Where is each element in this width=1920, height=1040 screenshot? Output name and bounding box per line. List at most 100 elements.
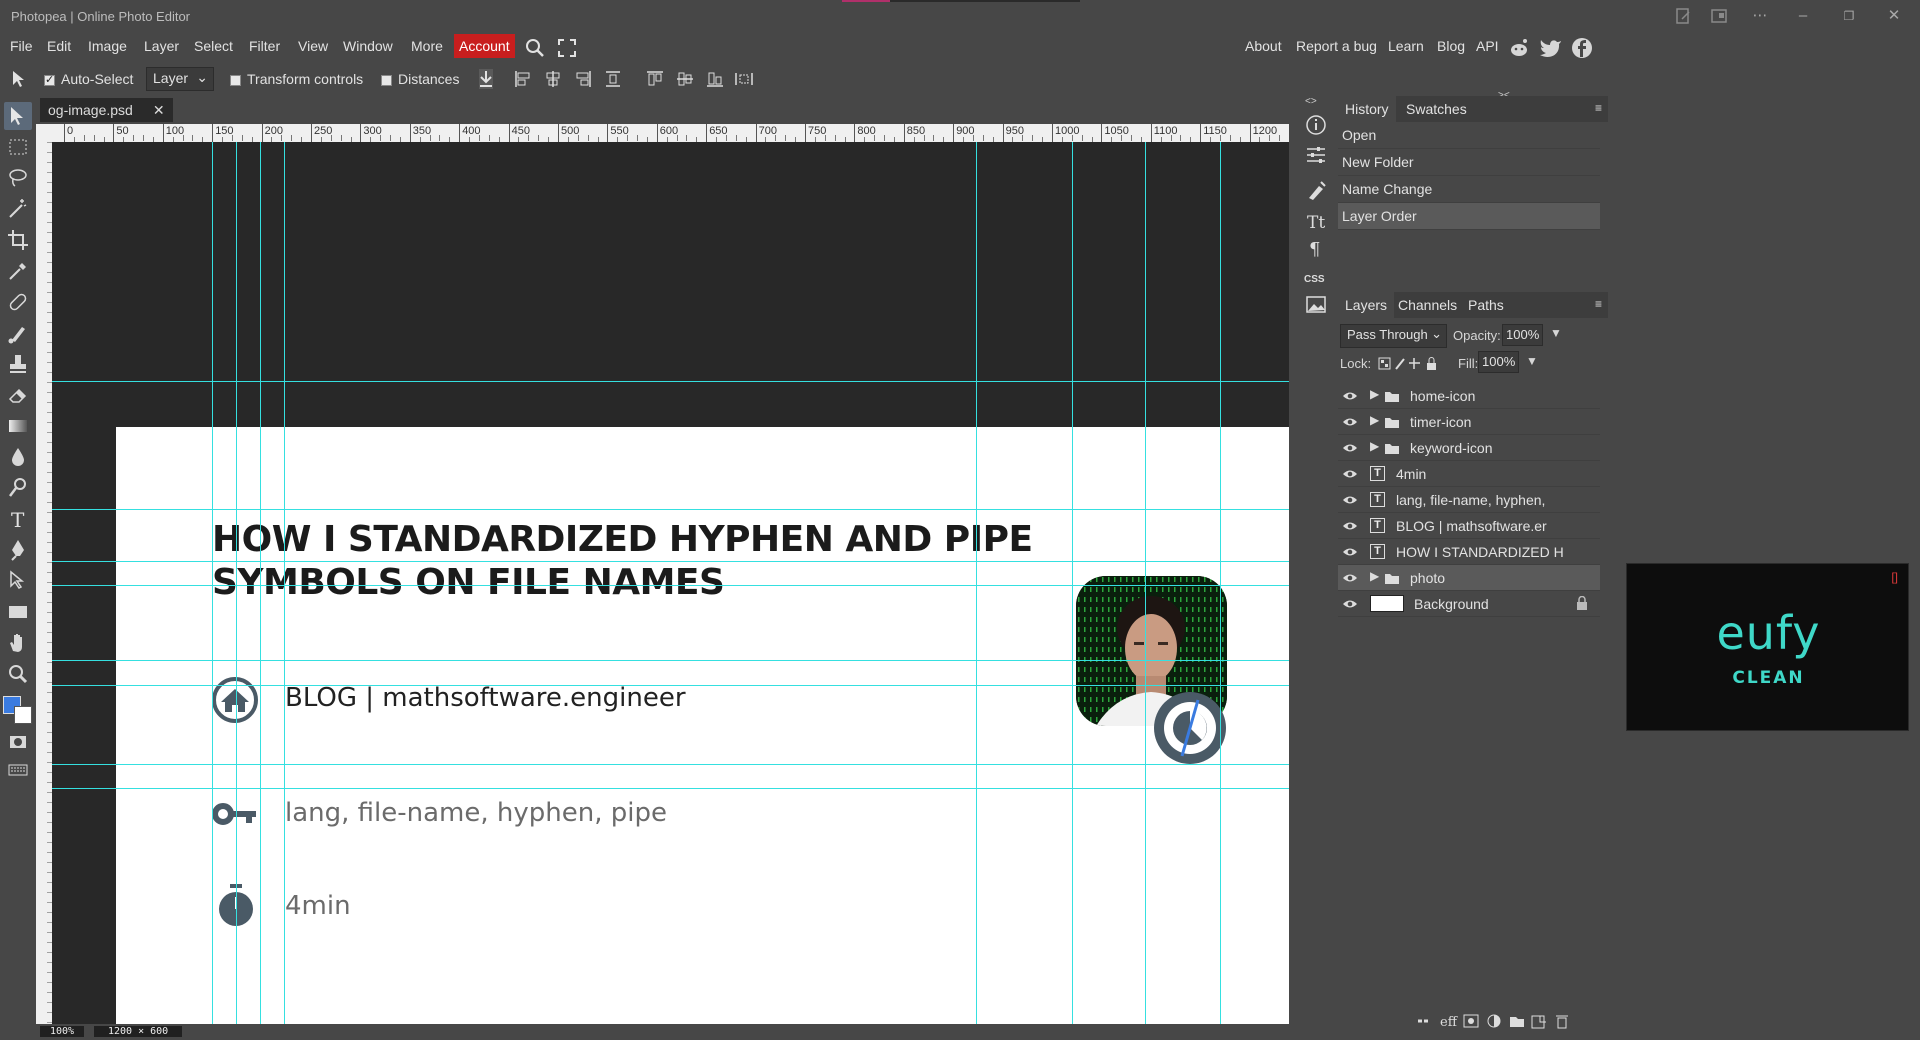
auto-select-checkbox[interactable] xyxy=(44,71,55,87)
layer-row[interactable]: ▶ timer-icon xyxy=(1338,409,1600,435)
og-keywords-text[interactable]: lang, file-name, hyphen, pipe xyxy=(285,798,667,828)
lock-options-icons[interactable] xyxy=(1378,357,1448,371)
distances-checkbox[interactable] xyxy=(381,71,392,87)
layer-actions-icons[interactable]: eff xyxy=(1416,1012,1596,1030)
horizontal-ruler[interactable]: 0 50 100 150 200 250 300 350 400 450 500 550 600 650 7… xyxy=(52,124,1289,142)
fill-dropdown-icon[interactable]: ▼ xyxy=(1526,354,1538,368)
guide-horizontal[interactable] xyxy=(52,660,1289,661)
align-left-icon[interactable] xyxy=(514,70,532,88)
visibility-eye-icon[interactable] xyxy=(1342,389,1358,405)
move-tool-icon[interactable] xyxy=(10,69,32,89)
expand-arrow-icon[interactable]: ▶ xyxy=(1370,569,1379,583)
transform-controls-checkbox[interactable] xyxy=(230,71,241,87)
zoom-level[interactable]: 100% xyxy=(40,1026,85,1037)
align-center-h-icon[interactable] xyxy=(544,70,562,88)
visibility-eye-icon[interactable] xyxy=(1342,493,1358,509)
vertical-ruler[interactable] xyxy=(36,142,52,1028)
layer-row[interactable]: T BLOG | mathsoftware.er xyxy=(1338,513,1600,539)
distribute-horizontal-icon[interactable] xyxy=(734,70,754,88)
auto-select-target-dropdown[interactable]: Layer ⌄ xyxy=(146,67,214,91)
info-icon[interactable] xyxy=(1305,114,1327,136)
clone-stamp-tool[interactable] xyxy=(4,350,32,378)
twitter-icon[interactable] xyxy=(1540,38,1562,58)
expand-arrow-icon[interactable]: ▶ xyxy=(1370,439,1379,453)
visibility-eye-icon[interactable] xyxy=(1342,545,1358,561)
account-button[interactable]: Account xyxy=(454,34,515,58)
tab-layers[interactable]: Layers xyxy=(1338,292,1395,318)
lock-icon[interactable] xyxy=(1576,595,1588,613)
layer-row[interactable]: Tlang, file-name, hyphen, xyxy=(1338,487,1600,513)
menu-select[interactable]: Select xyxy=(194,38,233,54)
advertisement[interactable]: [] eufy CLEAN xyxy=(1626,563,1909,731)
history-item[interactable]: Name Change xyxy=(1338,176,1600,203)
guide-horizontal[interactable] xyxy=(52,381,1289,382)
lasso-tool[interactable] xyxy=(4,164,32,192)
menu-more[interactable]: More xyxy=(411,38,443,54)
fill-input[interactable]: 100% xyxy=(1478,351,1520,373)
opacity-input[interactable]: 100% xyxy=(1502,324,1544,346)
history-item[interactable]: New Folder xyxy=(1338,149,1600,176)
history-item[interactable]: Layer Order xyxy=(1338,203,1600,230)
quick-mask-tool[interactable] xyxy=(4,728,32,756)
background-color-swatch[interactable] xyxy=(14,706,32,724)
guide-horizontal[interactable] xyxy=(52,788,1289,789)
expand-arrow-icon[interactable]: ▶ xyxy=(1370,387,1379,401)
home-icon[interactable] xyxy=(211,676,259,724)
restore-button[interactable]: ❐ xyxy=(1834,6,1864,26)
guide-horizontal[interactable] xyxy=(52,561,1289,562)
tab-history[interactable]: History xyxy=(1338,96,1396,122)
layer-row[interactable]: Background xyxy=(1338,591,1600,617)
edit-note-icon[interactable] xyxy=(1674,7,1692,25)
menu-view[interactable]: View xyxy=(298,38,328,54)
guide-horizontal[interactable] xyxy=(52,685,1289,686)
menu-layer[interactable]: Layer xyxy=(144,38,179,54)
og-blog-text[interactable]: BLOG | mathsoftware.engineer xyxy=(285,683,686,713)
close-tab-icon[interactable]: ✕ xyxy=(153,102,165,118)
tab-paths[interactable]: Paths xyxy=(1468,297,1504,313)
tab-swatches[interactable]: Swatches xyxy=(1406,101,1467,117)
dodge-tool[interactable] xyxy=(4,474,32,502)
collapse-strip-icon[interactable]: <> xyxy=(1305,96,1317,107)
link-about[interactable]: About xyxy=(1245,38,1282,54)
menu-window[interactable]: Window xyxy=(343,38,393,54)
key-icon[interactable] xyxy=(212,800,258,830)
link-report-bug[interactable]: Report a bug xyxy=(1296,38,1377,54)
opacity-dropdown-icon[interactable]: ▼ xyxy=(1550,326,1562,340)
ad-choices-icon[interactable]: [] xyxy=(1891,570,1898,584)
path-select-tool[interactable] xyxy=(4,567,32,595)
visibility-eye-icon[interactable] xyxy=(1342,597,1358,613)
brush-tool[interactable] xyxy=(4,319,32,347)
menu-filter[interactable]: Filter xyxy=(249,38,280,54)
align-middle-v-icon[interactable] xyxy=(676,70,694,88)
pen-tool[interactable] xyxy=(4,536,32,564)
link-learn[interactable]: Learn xyxy=(1388,38,1424,54)
css-icon[interactable]: CSS xyxy=(1304,274,1325,285)
visibility-eye-icon[interactable] xyxy=(1342,571,1358,587)
menu-file[interactable]: File xyxy=(10,38,33,54)
crop-tool[interactable] xyxy=(4,226,32,254)
adjustments-icon[interactable] xyxy=(1305,144,1327,166)
visibility-eye-icon[interactable] xyxy=(1342,519,1358,535)
hand-tool[interactable] xyxy=(4,629,32,657)
layer-row[interactable]: ▶ home-icon xyxy=(1338,383,1600,409)
layer-row[interactable]: ▶ photo xyxy=(1338,565,1600,591)
align-top-icon[interactable] xyxy=(646,70,664,88)
guide-horizontal[interactable] xyxy=(52,585,1289,586)
history-item[interactable]: Open xyxy=(1338,122,1600,149)
eraser-tool[interactable] xyxy=(4,381,32,409)
guide-horizontal[interactable] xyxy=(52,764,1289,765)
link-api[interactable]: API xyxy=(1476,38,1499,54)
move-tool[interactable] xyxy=(4,102,32,130)
reddit-icon[interactable] xyxy=(1508,37,1530,59)
document-tab[interactable]: og-image.psd ✕ xyxy=(40,98,173,122)
menu-edit[interactable]: Edit xyxy=(47,38,71,54)
blend-mode-dropdown[interactable]: Pass Through ⌄ xyxy=(1340,324,1447,348)
document-canvas[interactable]: HOW I STANDARDIZED HYPHEN AND PIPE SYMBO… xyxy=(116,427,1289,1028)
avatar-badge-icon[interactable] xyxy=(1152,690,1228,766)
keyboard-tool[interactable] xyxy=(4,756,32,784)
more-options-icon[interactable]: ⋯ xyxy=(1745,6,1775,26)
zoom-tool[interactable] xyxy=(4,660,32,688)
brush-settings-icon[interactable] xyxy=(1305,178,1327,200)
layer-row[interactable]: ▶ keyword-icon xyxy=(1338,435,1600,461)
type-tool[interactable]: T xyxy=(4,505,32,533)
